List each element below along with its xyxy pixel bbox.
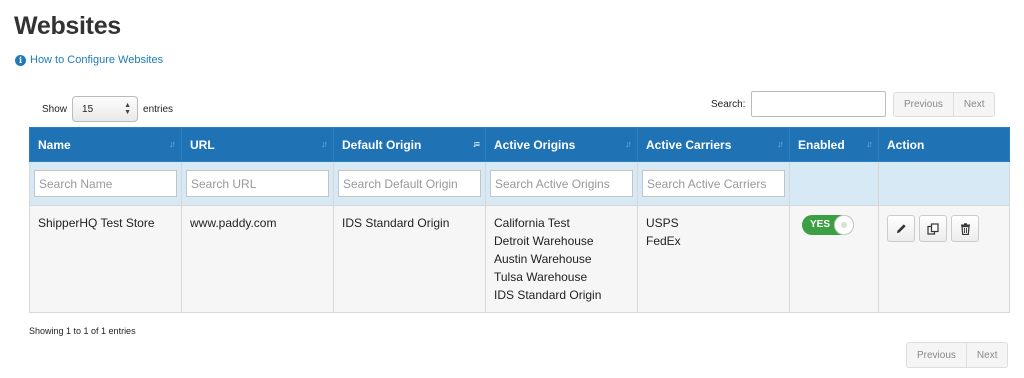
- carrier-item: USPS: [646, 216, 679, 230]
- filter-cell: Search Active Origins: [485, 161, 638, 206]
- help-link[interactable]: i How to Configure Websites: [15, 54, 163, 66]
- column-label: Active Carriers: [646, 137, 732, 152]
- search-input[interactable]: [751, 91, 887, 117]
- filter-cell-empty: [789, 161, 879, 206]
- next-button[interactable]: Next: [965, 343, 1008, 367]
- search-active-origins-input[interactable]: Search Active Origins: [490, 170, 633, 197]
- sort-icon: ↓↑: [866, 139, 873, 149]
- column-label: URL: [190, 137, 215, 152]
- filter-row: Search Name Search URL Search Default Or…: [29, 161, 1010, 206]
- table-search: Search:: [711, 91, 887, 117]
- previous-button[interactable]: Previous: [907, 343, 966, 367]
- filter-cell: Search URL: [181, 161, 334, 206]
- toggle-label: YES: [810, 219, 831, 230]
- filter-cell: Search Active Carriers: [637, 161, 790, 206]
- trash-icon: [960, 222, 970, 235]
- filter-cell: Search Name: [29, 161, 182, 206]
- websites-table: Name ↓↑ URL ↓↑ Default Origin ↓≡ Active Ori…: [29, 127, 1010, 313]
- previous-button[interactable]: Previous: [894, 93, 953, 116]
- filter-cell: Search Default Origin: [333, 161, 486, 206]
- origin-item: Detroit Warehouse: [494, 234, 594, 248]
- origin-item: Austin Warehouse: [494, 252, 592, 266]
- sort-icon: ↓↑: [625, 139, 632, 149]
- search-default-origin-input[interactable]: Search Default Origin: [338, 170, 481, 197]
- enabled-toggle[interactable]: YES: [802, 215, 854, 235]
- help-link-label: How to Configure Websites: [30, 54, 164, 66]
- cell-url: www.paddy.com: [181, 205, 334, 313]
- search-name-input[interactable]: Search Name: [34, 170, 177, 197]
- sort-icon: ↓↑: [169, 139, 176, 149]
- pencil-icon: [896, 224, 906, 234]
- edit-button[interactable]: [887, 215, 915, 242]
- pagination-top: Previous Next: [893, 92, 996, 117]
- cell-enabled: YES: [789, 205, 879, 313]
- cell-active-origins: California Test Detroit Warehouse Austin…: [485, 205, 638, 313]
- origin-item: California Test: [494, 216, 570, 230]
- page-length-control: Show 15 ▲ ▼ entries: [42, 96, 173, 122]
- action-buttons: [887, 215, 1001, 242]
- next-button[interactable]: Next: [952, 93, 995, 116]
- column-header-action: Action: [878, 127, 1010, 162]
- filter-cell-empty: [878, 161, 1010, 206]
- table-row: ShipperHQ Test Store www.paddy.com IDS S…: [29, 205, 1010, 313]
- page-length-select[interactable]: 15 ▲ ▼: [72, 96, 139, 122]
- sort-icon: ↓↑: [321, 139, 328, 149]
- search-active-carriers-input[interactable]: Search Active Carriers: [642, 170, 785, 197]
- column-label: Default Origin: [342, 137, 422, 152]
- search-url-input[interactable]: Search URL: [186, 170, 329, 197]
- table-info: Showing 1 to 1 of 1 entries: [29, 326, 136, 336]
- sort-ascending-icon: ↓≡: [472, 139, 480, 149]
- show-label: Show: [42, 103, 68, 115]
- column-header-name[interactable]: Name ↓↑: [29, 127, 182, 162]
- table-header-row: Name ↓↑ URL ↓↑ Default Origin ↓≡ Active Ori…: [29, 127, 1010, 162]
- delete-button[interactable]: [951, 215, 979, 242]
- cell-action: [878, 205, 1010, 313]
- pagination-bottom: Previous Next: [906, 342, 1009, 368]
- column-label: Active Origins: [494, 137, 576, 152]
- cell-default-origin: IDS Standard Origin: [333, 205, 486, 313]
- column-label: Enabled: [798, 137, 845, 152]
- column-header-active-origins[interactable]: Active Origins ↓↑: [485, 127, 638, 162]
- column-label: Name: [38, 137, 71, 152]
- select-arrows-icon: ▲ ▼: [124, 102, 132, 116]
- copy-icon: [927, 222, 939, 235]
- copy-button[interactable]: [919, 215, 947, 242]
- column-header-enabled[interactable]: Enabled ↓↑: [789, 127, 879, 162]
- toggle-knob: [834, 215, 854, 235]
- info-circle-icon: i: [15, 54, 26, 66]
- carrier-item: FedEx: [646, 234, 681, 248]
- origin-item: IDS Standard Origin: [494, 288, 602, 302]
- origin-item: Tulsa Warehouse: [494, 270, 588, 284]
- cell-name: ShipperHQ Test Store: [29, 205, 182, 313]
- entries-label: entries: [143, 103, 174, 115]
- column-label: Action: [887, 137, 925, 152]
- column-header-default-origin[interactable]: Default Origin ↓≡: [333, 127, 486, 162]
- sort-icon: ↓↑: [777, 139, 784, 149]
- column-header-active-carriers[interactable]: Active Carriers ↓↑: [637, 127, 790, 162]
- search-label: Search:: [711, 98, 746, 110]
- cell-active-carriers: USPS FedEx: [637, 205, 790, 313]
- column-header-url[interactable]: URL ↓↑: [181, 127, 334, 162]
- page-length-value: 15: [82, 103, 94, 115]
- page-title: Websites: [14, 12, 121, 40]
